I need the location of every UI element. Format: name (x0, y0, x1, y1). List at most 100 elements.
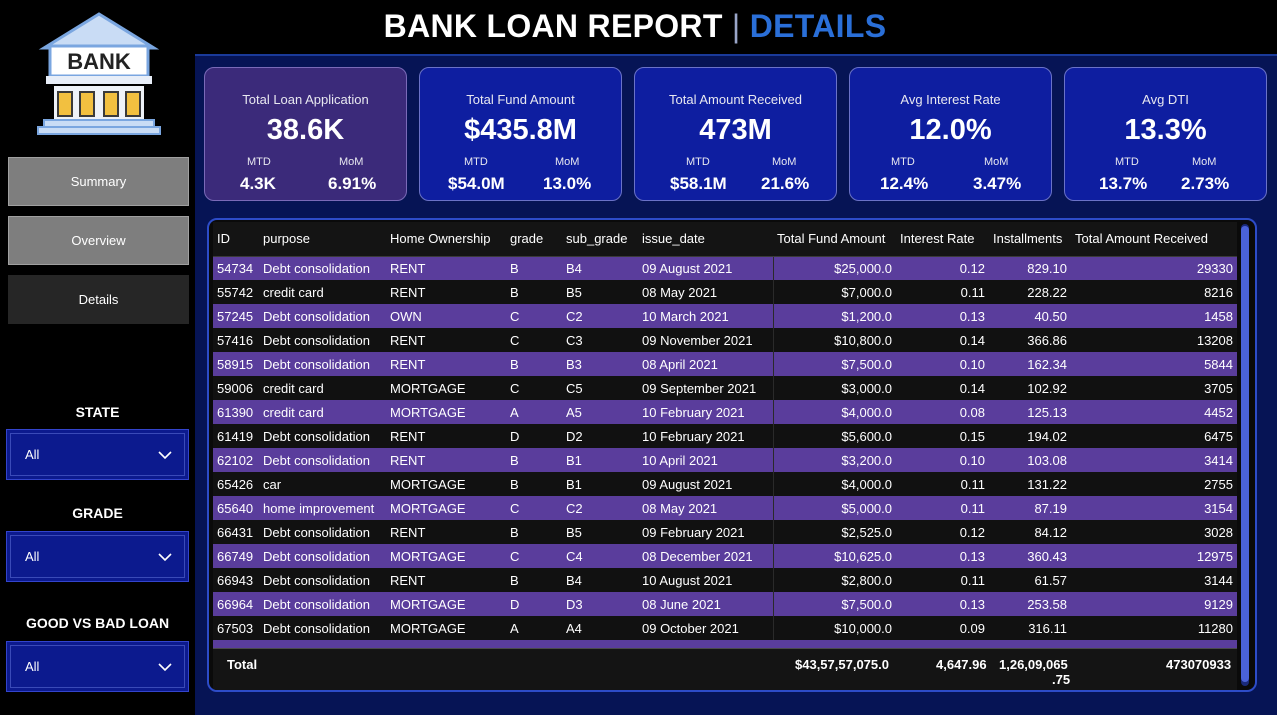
table-row[interactable]: 65426 car MORTGAGE B B1 09 August 2021 $4,000.… (213, 472, 1237, 496)
table-scrollbar[interactable] (1241, 224, 1249, 686)
table-cell: 3705 (1071, 376, 1237, 400)
table-row[interactable]: 66749 Debt consolidation MORTGAGE C C4 08 Dec… (213, 544, 1237, 568)
table-row[interactable]: 62102 Debt consolidation RENT B B1 10 April 2… (213, 448, 1237, 472)
table-cell: 09 August 2021 (638, 256, 774, 280)
table-row[interactable]: 66943 Debt consolidation RENT B B4 10 August … (213, 568, 1237, 592)
table-cell: RENT (386, 328, 506, 352)
table-cell: B5 (562, 520, 638, 544)
table-cell: $7,000.0 (773, 280, 896, 304)
table-cell: 09 October 2021 (638, 616, 774, 640)
kpi-mom-value: 3.47% (973, 174, 1022, 193)
table-cell: B3 (562, 352, 638, 376)
header: BANK LOAN REPORT | DETAILS (195, 0, 1277, 56)
table-row[interactable]: 66431 Debt consolidation RENT B B5 09 Februar… (213, 520, 1237, 544)
table-cell: $10,800.0 (773, 328, 896, 352)
table-cell: Debt consolidation (259, 568, 386, 592)
table-cell: B (506, 472, 562, 496)
table-row[interactable]: 65640 home improvement MORTGAGE C C2 08 May 2… (213, 496, 1237, 520)
scrollbar-thumb[interactable] (1241, 226, 1249, 682)
table-cell: $5,000.0 (773, 496, 896, 520)
nav-summary-button[interactable]: Summary (8, 157, 189, 206)
table-cell: 131.22 (989, 472, 1071, 496)
table-cell: 228.22 (989, 280, 1071, 304)
table-cell: B4 (562, 256, 638, 280)
loan-dropdown[interactable]: All (6, 641, 189, 692)
table-cell: A4 (562, 616, 638, 640)
loan-details-table[interactable]: ID purpose Home Ownership grade sub_grade iss… (207, 218, 1257, 692)
table-cell: credit card (259, 280, 386, 304)
column-header[interactable]: Total Amount Received (1071, 222, 1237, 257)
state-dropdown[interactable]: All (6, 429, 189, 480)
kpi-value: 473M (699, 114, 772, 146)
table-row[interactable]: 67503 Debt consolidation MORTGAGE A A4 09 Oct… (213, 616, 1237, 640)
nav-overview-button[interactable]: Overview (8, 216, 189, 265)
column-header[interactable]: Home Ownership (386, 222, 506, 257)
table-row[interactable]: 55742 credit card RENT B B5 08 May 2021 $7,000… (213, 280, 1237, 304)
column-header[interactable]: sub_grade (562, 222, 638, 257)
table-cell: A5 (562, 400, 638, 424)
table-row[interactable]: 66964 Debt consolidation MORTGAGE D D3 08 Jun… (213, 592, 1237, 616)
table-cell: 162.34 (989, 352, 1071, 376)
kpi-mom-label: MoM (339, 156, 364, 168)
grade-dropdown[interactable]: All (6, 531, 189, 582)
table-cell: Debt consolidation (259, 592, 386, 616)
loan-filter-title: GOOD VS BAD LOAN (25, 615, 170, 631)
column-header[interactable]: Interest Rate (896, 222, 989, 257)
column-header[interactable]: issue_date (638, 222, 773, 257)
table-cell: D3 (562, 592, 638, 616)
table-cell: 4452 (1071, 400, 1237, 424)
table-cell: 66749 (213, 544, 259, 568)
table-cell: 103.08 (989, 448, 1071, 472)
kpi-card-avg-dti: Avg DTI 13.3% MTD MoM 13.7% 2.73% (1064, 67, 1267, 201)
table-cell: 1458 (1071, 304, 1237, 328)
table-cell: 10 March 2021 (638, 304, 774, 328)
kpi-label: Avg DTI (1142, 92, 1189, 107)
table-cell: $10,000.0 (773, 616, 896, 640)
grade-filter-title: GRADE (72, 505, 123, 521)
table-cell: 08 December 2021 (638, 544, 774, 568)
table-row[interactable]: 58915 Debt consolidation RENT B B3 08 April 2… (213, 352, 1237, 376)
table-cell: C (506, 304, 562, 328)
table-cell: B (506, 280, 562, 304)
table-cell: C4 (562, 544, 638, 568)
table-row[interactable]: 57416 Debt consolidation RENT C C3 09 Novembe… (213, 328, 1237, 352)
kpi-card-total-fund-amount: Total Fund Amount $435.8M MTD MoM $54.0M… (419, 67, 622, 201)
table-cell: 10 April 2021 (638, 448, 774, 472)
table-cell: $7,500.0 (773, 592, 896, 616)
table-cell: 62102 (213, 448, 259, 472)
state-filter-title: STATE (75, 404, 120, 420)
column-header[interactable]: Total Fund Amount (773, 222, 896, 257)
table-row[interactable]: 57245 Debt consolidation OWN C C2 10 March 20… (213, 304, 1237, 328)
table-cell: RENT (386, 520, 506, 544)
table-cell: 57245 (213, 304, 259, 328)
column-header[interactable]: ID (213, 222, 259, 257)
table-row[interactable]: 54734 Debt consolidation RENT B B4 09 August … (213, 256, 1237, 280)
table-cell: MORTGAGE (386, 496, 506, 520)
grade-dropdown-value: All (25, 549, 40, 564)
table-row[interactable]: 61419 Debt consolidation RENT D D2 10 Februar… (213, 424, 1237, 448)
kpi-mtd-value: 4.3K (240, 174, 276, 193)
kpi-value: 12.0% (909, 114, 992, 146)
table-cell: 2755 (1071, 472, 1237, 496)
nav-details-label: Details (78, 292, 119, 307)
nav-details-button[interactable]: Details (8, 275, 189, 324)
table-row[interactable]: 59006 credit card MORTGAGE C C5 09 September … (213, 376, 1237, 400)
table-cell: 829.10 (989, 256, 1071, 280)
table-cell: 9129 (1071, 592, 1237, 616)
kpi-mtd-value: 13.7% (1099, 174, 1148, 193)
table-cell: 5844 (1071, 352, 1237, 376)
table-cell: MORTGAGE (386, 400, 506, 424)
table-cell: 08 May 2021 (638, 496, 774, 520)
table-cell: Debt consolidation (259, 616, 386, 640)
table-cell: Debt consolidation (259, 424, 386, 448)
column-header[interactable]: grade (506, 222, 562, 257)
column-header[interactable]: Installments (989, 222, 1071, 257)
column-header[interactable]: purpose (259, 222, 386, 257)
table-cell: MORTGAGE (386, 616, 506, 640)
table-cell: B (506, 256, 562, 280)
table-cell: 08 April 2021 (638, 352, 774, 376)
table-cell: MORTGAGE (386, 592, 506, 616)
table-row[interactable]: 61390 credit card MORTGAGE A A5 10 February 2… (213, 400, 1237, 424)
table-cell: $2,525.0 (773, 520, 896, 544)
table-cell: 0.13 (896, 544, 989, 568)
